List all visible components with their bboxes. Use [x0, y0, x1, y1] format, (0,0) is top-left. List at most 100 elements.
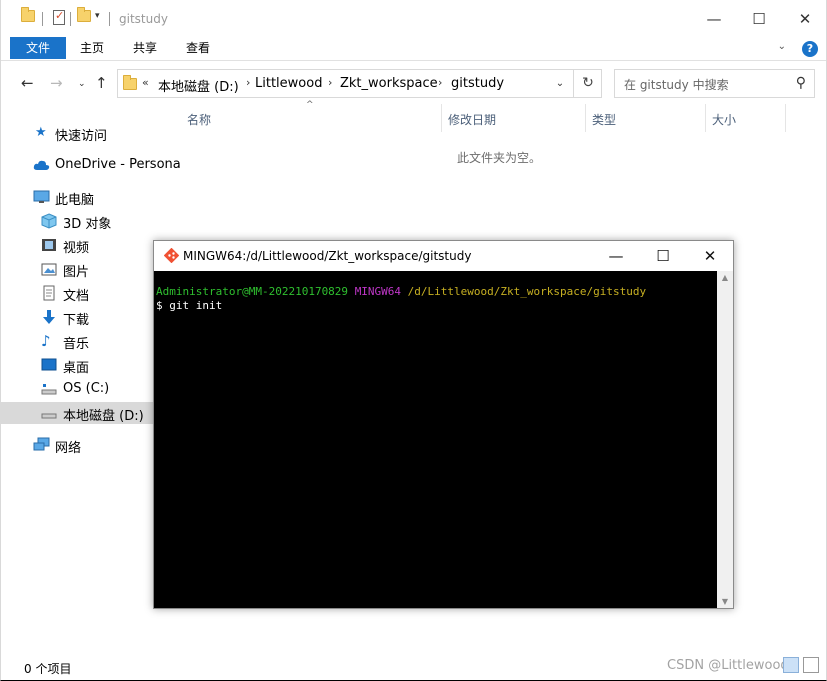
sidebar-item-label: 图片 — [63, 265, 90, 280]
column-divider[interactable] — [441, 104, 442, 132]
cube-icon — [41, 213, 57, 229]
close-button[interactable]: ✕ — [782, 0, 827, 38]
terminal-output[interactable]: Administrator@MM-202210170829 MINGW64 /d… — [154, 271, 717, 608]
sidebar-item-videos[interactable]: 视频 — [1, 234, 167, 256]
title-bar: ▾ gitstudy — ☐ ✕ — [1, 0, 826, 38]
address-dropdown-icon[interactable]: ⌄ — [549, 70, 571, 97]
maximize-button[interactable]: ☐ — [736, 0, 782, 38]
prompt-system: MINGW64 — [354, 285, 402, 298]
tab-file[interactable]: 文件 — [10, 37, 66, 59]
quick-access-separator — [70, 12, 71, 26]
sidebar-item-os-c[interactable]: OS (C:) — [1, 378, 167, 400]
sidebar-item-label: 视频 — [63, 241, 90, 256]
expand-ribbon-icon[interactable]: ⌄ — [778, 41, 786, 52]
search-box[interactable]: 在 gitstudy 中搜索 ⚲ — [614, 69, 815, 98]
breadcrumb-separator[interactable]: › — [328, 76, 332, 89]
column-header-modified[interactable]: 修改日期 — [448, 111, 496, 128]
sidebar-item-downloads[interactable]: 下载 — [1, 306, 167, 328]
sidebar-item-label: OneDrive - Persona — [55, 157, 181, 172]
sidebar-item-3d-objects[interactable]: 3D 对象 — [1, 210, 167, 232]
details-view-icon[interactable] — [783, 657, 799, 673]
customize-toolbar-icon[interactable]: ▾ — [95, 11, 100, 21]
sidebar-item-label: 此电脑 — [55, 193, 95, 208]
back-arrow-icon[interactable]: ← — [21, 74, 34, 92]
breadcrumb-zkt-workspace[interactable]: Zkt_workspace — [340, 76, 438, 91]
terminal-minimize-button[interactable]: — — [593, 241, 639, 271]
sidebar-item-label: 网络 — [55, 441, 82, 456]
sidebar-item-label: 本地磁盘 (D:) — [63, 409, 144, 424]
terminal-maximize-button[interactable]: ☐ — [640, 241, 686, 271]
search-placeholder[interactable]: 在 gitstudy 中搜索 — [624, 76, 729, 93]
watermark: CSDN @Littlewood — [667, 658, 789, 673]
quick-access-separator — [109, 12, 110, 26]
computer-icon — [33, 189, 50, 205]
breadcrumb-separator[interactable]: › — [438, 76, 442, 89]
window-title: gitstudy — [119, 12, 168, 26]
ribbon-tabs: 文件 主页 共享 查看 ⌄ ? — [1, 37, 826, 61]
sidebar-item-label: 下载 — [63, 313, 90, 328]
large-icons-view-icon[interactable] — [803, 657, 819, 673]
column-divider[interactable] — [785, 104, 786, 132]
column-header-type[interactable]: 类型 — [592, 111, 616, 128]
network-icon — [33, 437, 50, 453]
terminal-title-bar[interactable]: MINGW64:/d/Littlewood/Zkt_workspace/gits… — [154, 241, 733, 271]
column-header-name[interactable]: 名称 — [187, 111, 211, 128]
sidebar-item-network[interactable]: 网络 — [1, 434, 167, 456]
command-line: $ git init — [156, 299, 223, 312]
sidebar-item-quick-access[interactable]: ★ 快速访问 — [1, 122, 167, 144]
empty-folder-message: 此文件夹为空。 — [457, 151, 542, 165]
column-header-size[interactable]: 大小 — [712, 111, 736, 128]
column-divider[interactable] — [585, 104, 586, 132]
forward-arrow-icon[interactable]: → — [50, 74, 63, 92]
search-icon[interactable]: ⚲ — [796, 75, 806, 91]
breadcrumb-littlewood[interactable]: Littlewood — [255, 76, 322, 91]
terminal-close-button[interactable]: ✕ — [687, 241, 733, 271]
drive-icon — [41, 405, 57, 421]
sidebar-item-label: 3D 对象 — [63, 217, 112, 232]
minimize-button[interactable]: — — [691, 0, 737, 38]
star-icon: ★ — [35, 125, 47, 140]
help-icon[interactable]: ? — [802, 41, 818, 57]
folder-icon[interactable] — [21, 7, 35, 28]
music-icon: ♪ — [41, 332, 51, 350]
new-folder-icon[interactable] — [77, 7, 91, 28]
tab-view[interactable]: 查看 — [177, 37, 219, 59]
column-divider[interactable] — [705, 104, 706, 132]
film-icon — [41, 237, 57, 253]
recent-locations-chevron-icon[interactable]: ⌄ — [78, 79, 86, 89]
properties-icon[interactable] — [53, 9, 65, 28]
tab-home[interactable]: 主页 — [71, 37, 113, 59]
terminal-scrollbar[interactable]: ▲ ▼ — [717, 271, 733, 608]
sort-ascending-icon: ^ — [306, 100, 314, 110]
sidebar-item-onedrive[interactable]: OneDrive - Persona — [1, 154, 181, 176]
refresh-icon[interactable]: ↻ — [573, 70, 602, 97]
terminal-window[interactable]: MINGW64:/d/Littlewood/Zkt_workspace/gits… — [153, 240, 734, 609]
overflow-icon[interactable]: « — [142, 76, 149, 89]
prompt-user: Administrator@MM-202210170829 — [156, 285, 349, 298]
breadcrumb-gitstudy[interactable]: gitstudy — [451, 76, 504, 91]
sidebar-item-label: 音乐 — [63, 337, 90, 352]
sidebar-item-music[interactable]: ♪ 音乐 — [1, 330, 167, 352]
sidebar-item-label: 桌面 — [63, 361, 90, 376]
breadcrumb-drive-d[interactable]: 本地磁盘 (D:) — [158, 76, 239, 95]
sidebar-item-label: 快速访问 — [55, 129, 108, 144]
cloud-icon — [33, 157, 50, 173]
up-arrow-icon[interactable]: ↑ — [95, 74, 108, 92]
sidebar-item-pictures[interactable]: 图片 — [1, 258, 167, 280]
picture-icon — [41, 261, 57, 277]
desktop-icon — [41, 357, 57, 373]
download-icon — [41, 309, 57, 325]
sidebar-item-desktop[interactable]: 桌面 — [1, 354, 167, 376]
tab-share[interactable]: 共享 — [123, 37, 167, 59]
address-bar[interactable]: « 本地磁盘 (D:) › Littlewood › Zkt_workspace… — [117, 69, 602, 98]
sidebar-item-drive-d[interactable]: 本地磁盘 (D:) — [1, 402, 154, 424]
sidebar-item-documents[interactable]: 文档 — [1, 282, 167, 304]
drive-icon — [41, 381, 57, 397]
breadcrumb-separator[interactable]: › — [246, 76, 250, 89]
sidebar-item-this-pc[interactable]: 此电脑 — [1, 186, 167, 208]
folder-icon — [123, 75, 137, 90]
item-count: 0 个项目 — [24, 662, 72, 676]
prompt-line: Administrator@MM-202210170829 MINGW64 /d… — [156, 285, 717, 299]
scroll-up-icon[interactable]: ▲ — [717, 273, 733, 282]
scroll-down-icon[interactable]: ▼ — [717, 597, 733, 606]
